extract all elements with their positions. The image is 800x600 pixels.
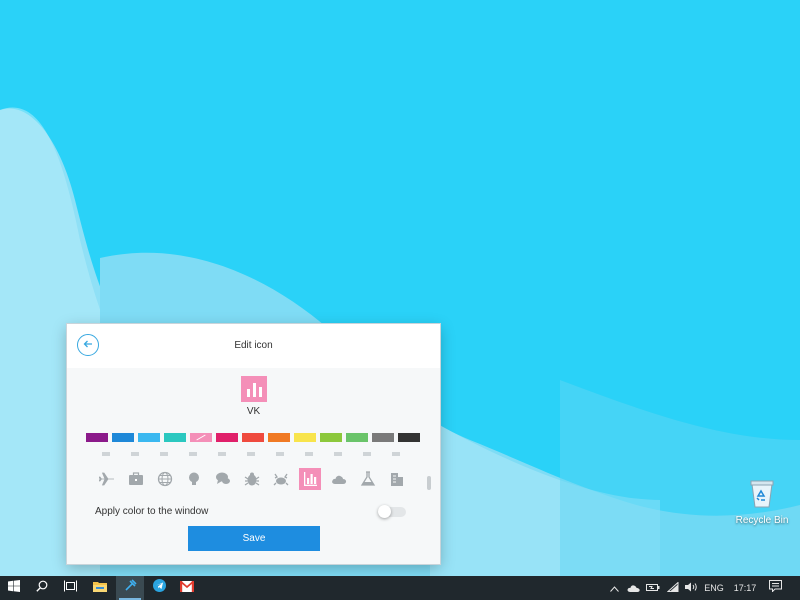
color-swatch-red[interactable] <box>242 433 264 442</box>
color-swatch-magenta[interactable] <box>216 433 238 442</box>
airplane-icon[interactable] <box>96 468 118 490</box>
color-swatch-yellow[interactable] <box>294 433 316 442</box>
edit-icon-dialog: Edit icon VK Apply color to the window S… <box>67 324 440 564</box>
dialog-title: Edit icon <box>234 340 273 351</box>
recycle-bin-icon <box>730 478 794 511</box>
task-view-button[interactable] <box>56 576 84 600</box>
color-swatch-gray[interactable] <box>372 433 394 442</box>
icon-picker[interactable] <box>87 452 427 502</box>
icon-row <box>96 468 408 490</box>
color-swatch-orange[interactable] <box>268 433 290 442</box>
tray-overflow-button[interactable] <box>607 576 621 600</box>
briefcase-icon[interactable] <box>125 468 147 490</box>
apply-color-toggle[interactable] <box>378 505 406 518</box>
color-swatch-teal[interactable] <box>164 433 186 442</box>
tray-battery[interactable] <box>644 576 662 600</box>
taskbar-app-telegram[interactable] <box>145 576 173 600</box>
taskbar-app-pin[interactable] <box>116 576 144 600</box>
flask-icon[interactable] <box>357 468 379 490</box>
preview-bar <box>246 389 250 397</box>
tray-weather[interactable] <box>625 576 641 600</box>
globe-icon[interactable] <box>154 468 176 490</box>
color-swatch-blue[interactable] <box>112 433 134 442</box>
wifi-icon <box>666 579 679 597</box>
color-swatch-dark-gray[interactable] <box>398 433 420 442</box>
preview-bar <box>252 383 256 397</box>
color-swatch-purple[interactable] <box>86 433 108 442</box>
recycle-bin[interactable]: Recycle Bin <box>730 478 794 526</box>
icon-picker-scrollbar[interactable] <box>427 476 431 490</box>
telegram-icon <box>152 579 166 597</box>
save-button[interactable]: Save <box>188 526 320 551</box>
toggle-knob <box>378 505 391 518</box>
notification-icon <box>768 579 782 597</box>
tray-volume[interactable] <box>682 576 700 600</box>
icon-preview <box>241 376 267 402</box>
speaker-icon <box>684 579 698 597</box>
chat-icon[interactable] <box>212 468 234 490</box>
tray-clock[interactable]: 17:17 <box>730 576 760 600</box>
chevron-up-icon <box>609 579 619 597</box>
windows-logo-icon <box>8 579 20 597</box>
task-view-icon <box>63 579 77 597</box>
bar-chart-icon[interactable] <box>299 468 321 490</box>
lightbulb-icon[interactable] <box>183 468 205 490</box>
tray-language[interactable]: ENG <box>701 576 727 600</box>
buildings-icon[interactable] <box>386 468 408 490</box>
start-button[interactable] <box>0 576 28 600</box>
preview-bar <box>258 387 262 397</box>
color-swatch-lime[interactable] <box>320 433 342 442</box>
search-button[interactable] <box>28 576 56 600</box>
desktop: Recycle Bin Edit icon VK Apply color to … <box>0 0 800 576</box>
color-swatch-pink[interactable] <box>190 433 212 442</box>
tray-wifi[interactable] <box>664 576 682 600</box>
action-center-button[interactable] <box>764 576 786 600</box>
taskbar-app-file-explorer[interactable] <box>86 576 114 600</box>
cloud-icon <box>627 579 640 597</box>
recycle-bin-label: Recycle Bin <box>735 515 789 526</box>
crab-icon[interactable] <box>270 468 292 490</box>
color-palette <box>86 433 420 442</box>
bug-icon[interactable] <box>241 468 263 490</box>
taskbar: ENG 17:17 <box>0 576 800 600</box>
cloud-icon[interactable] <box>328 468 350 490</box>
icon-row-partial <box>102 452 400 456</box>
preview-label: VK <box>246 406 261 417</box>
apply-color-label: Apply color to the window <box>95 506 209 517</box>
search-icon <box>36 579 48 597</box>
battery-icon <box>646 579 660 597</box>
file-explorer-icon <box>93 579 107 597</box>
pin-app-icon <box>124 579 137 597</box>
color-swatch-light-blue[interactable] <box>138 433 160 442</box>
gmail-icon <box>179 579 195 597</box>
taskbar-app-gmail[interactable] <box>173 576 201 600</box>
color-swatch-green[interactable] <box>346 433 368 442</box>
